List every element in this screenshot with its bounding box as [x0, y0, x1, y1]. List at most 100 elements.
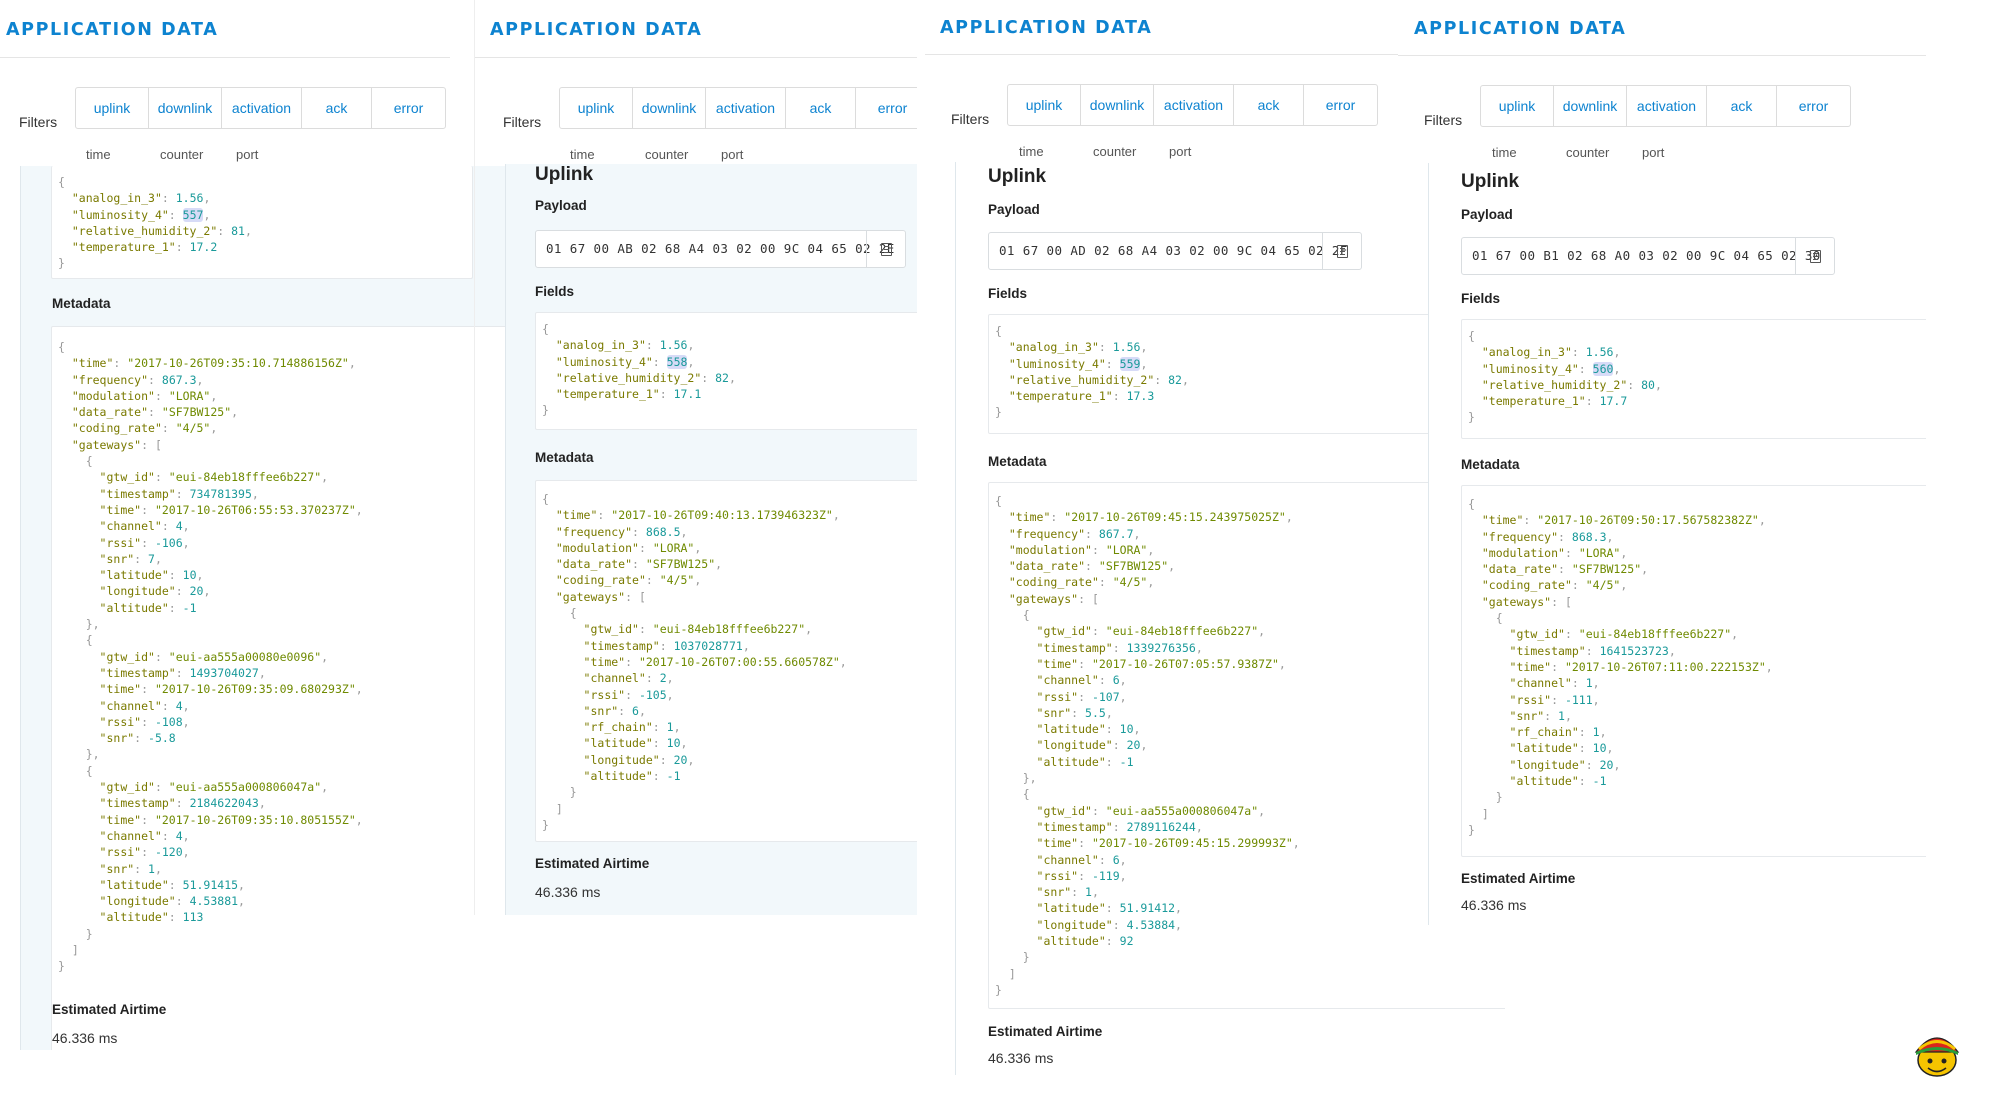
filter-tab-downlink[interactable]: downlink	[1081, 85, 1154, 125]
gw-id: "eui-84eb18fffee6b227"	[1578, 627, 1732, 642]
filter-tab-error[interactable]: error	[1777, 86, 1850, 126]
filter-tab-downlink[interactable]: downlink	[1554, 86, 1627, 126]
gw-id: "eui-84eb18fffee6b227"	[168, 470, 322, 485]
panel-header: APPLICATION DATA	[475, 0, 917, 58]
gw-snr: -5.8	[148, 731, 176, 746]
clipboard-icon	[1336, 244, 1348, 258]
payload-field[interactable]: 01 67 00 AD 02 68 A4 03 02 00 9C 04 65 0…	[988, 232, 1362, 270]
field-relative-humidity-2: 82	[1168, 372, 1182, 387]
gw-channel: 6	[1112, 852, 1120, 867]
uplink-title: Uplink	[535, 164, 594, 185]
meta-data-rate: "SF7BW125"	[1571, 562, 1642, 577]
meta-data-rate: "SF7BW125"	[1098, 559, 1169, 574]
column-time[interactable]: time	[1492, 145, 1517, 160]
filter-tab-uplink[interactable]: uplink	[76, 88, 149, 128]
clipboard-icon	[880, 242, 892, 256]
meta-data-rate: "SF7BW125"	[161, 405, 232, 420]
payload-field[interactable]: 01 67 00 AB 02 68 A4 03 02 00 9C 04 65 0…	[535, 230, 906, 268]
filter-tab-activation[interactable]: activation	[706, 88, 786, 128]
column-counter[interactable]: counter	[645, 147, 688, 162]
app-data-panel-2: APPLICATION DATA Filters uplink downlink…	[474, 0, 917, 915]
filter-tabs: uplink downlink activation ack error	[559, 87, 917, 129]
filter-tab-ack[interactable]: ack	[786, 88, 856, 128]
column-time[interactable]: time	[1019, 144, 1044, 159]
copy-payload-button[interactable]	[1795, 238, 1834, 274]
gw-time: "2017-10-26T06:55:53.370237Z"	[154, 502, 356, 517]
uplink-detail: Uplink Payload 01 67 00 AB 02 68 A4 03 0…	[505, 164, 917, 915]
gw-time: "2017-10-26T07:05:57.9387Z"	[1091, 656, 1279, 671]
clipboard-icon	[1809, 249, 1821, 263]
filter-tab-ack[interactable]: ack	[1707, 86, 1777, 126]
meta-modulation: "LORA"	[1105, 542, 1148, 557]
gw-rf-chain: 1	[666, 720, 674, 735]
uplink-detail: Uplink Payload 01 67 00 B1 02 68 A0 03 0…	[1428, 163, 1926, 925]
payload-title: Payload	[988, 202, 1040, 217]
column-port[interactable]: port	[1642, 145, 1664, 160]
gw-altitude: -1	[1119, 754, 1134, 769]
gw-time: "2017-10-26T09:35:09.680293Z"	[154, 682, 356, 697]
field-analog-in-3: 1.56	[1112, 340, 1141, 355]
metadata-json: { "time": "2017-10-26T09:50:17.567582382…	[1461, 485, 1926, 857]
gw-snr: 5.5	[1085, 705, 1106, 720]
gw-rssi: -107	[1091, 689, 1120, 704]
filter-tab-uplink[interactable]: uplink	[560, 88, 633, 128]
filter-tab-downlink[interactable]: downlink	[149, 88, 222, 128]
gw-channel: 4	[175, 698, 183, 713]
filter-tab-error[interactable]: error	[856, 88, 917, 128]
gw-latitude: 51.91415	[182, 877, 239, 892]
page-title: APPLICATION DATA	[490, 20, 703, 40]
fields-json: { "analog_in_3": 1.56, "luminosity_4": 5…	[51, 166, 473, 279]
filter-tab-ack[interactable]: ack	[1234, 85, 1304, 125]
filter-tab-ack[interactable]: ack	[302, 88, 372, 128]
copy-payload-button[interactable]	[1322, 233, 1361, 269]
filter-tab-activation[interactable]: activation	[1627, 86, 1707, 126]
field-luminosity-4: 557	[182, 207, 204, 222]
gw-timestamp: 734781395	[189, 486, 252, 501]
gw-id: "eui-84eb18fffee6b227"	[652, 622, 806, 637]
meta-coding-rate: "4/5"	[1585, 578, 1621, 593]
column-port[interactable]: port	[1169, 144, 1191, 159]
gw-timestamp: 1641523723	[1599, 643, 1669, 658]
gw-snr: 1	[1085, 885, 1092, 900]
filter-tab-activation[interactable]: activation	[1154, 85, 1234, 125]
field-temperature-1: 17.3	[1126, 389, 1155, 404]
uplink-title: Uplink	[1461, 171, 1520, 192]
column-counter[interactable]: counter	[1566, 145, 1609, 160]
gw-timestamp: 1339276356	[1126, 640, 1196, 655]
panel-header: APPLICATION DATA	[0, 0, 450, 58]
gw-longitude: 4.53884	[1126, 917, 1176, 932]
payload-field[interactable]: 01 67 00 B1 02 68 A0 03 02 00 9C 04 65 0…	[1461, 237, 1835, 275]
filter-tab-error[interactable]: error	[372, 88, 445, 128]
field-analog-in-3: 1.56	[1585, 345, 1614, 360]
filter-tab-uplink[interactable]: uplink	[1481, 86, 1554, 126]
gw-altitude: 113	[182, 910, 204, 925]
gw-altitude: -1	[182, 600, 197, 615]
filter-tab-uplink[interactable]: uplink	[1008, 85, 1081, 125]
filter-tab-downlink[interactable]: downlink	[633, 88, 706, 128]
estimated-airtime-title: Estimated Airtime	[52, 1002, 167, 1017]
field-temperature-1: 17.1	[673, 387, 702, 402]
field-relative-humidity-2: 81	[231, 223, 245, 238]
column-port[interactable]: port	[721, 147, 743, 162]
copy-payload-button[interactable]	[866, 231, 905, 267]
gw-time: "2017-10-26T07:00:55.660578Z"	[638, 654, 840, 669]
column-port[interactable]: port	[236, 147, 258, 162]
meta-time: "2017-10-26T09:40:13.173946323Z"	[611, 508, 833, 523]
column-counter[interactable]: counter	[160, 147, 203, 162]
filter-tabs: uplink downlink activation ack error	[1480, 85, 1851, 127]
fields-title: Fields	[1461, 291, 1501, 306]
metadata-json: { "time": "2017-10-26T09:40:13.173946323…	[535, 480, 917, 842]
gw-channel: 4	[175, 828, 183, 843]
filter-tab-error[interactable]: error	[1304, 85, 1377, 125]
filter-tab-activation[interactable]: activation	[222, 88, 302, 128]
field-temperature-1: 17.2	[189, 240, 218, 255]
gw-latitude: 10	[666, 736, 681, 751]
gw-longitude: 4.53881	[189, 894, 239, 909]
column-time[interactable]: time	[86, 147, 111, 162]
column-counter[interactable]: counter	[1093, 144, 1136, 159]
column-time[interactable]: time	[570, 147, 595, 162]
estimated-airtime-value: 46.336 ms	[1461, 897, 1527, 913]
meta-coding-rate: "4/5"	[659, 573, 695, 588]
gw-time: "2017-10-26T07:11:00.222153Z"	[1564, 659, 1766, 674]
fields-json: { "analog_in_3": 1.56, "luminosity_4": 5…	[1461, 319, 1926, 439]
